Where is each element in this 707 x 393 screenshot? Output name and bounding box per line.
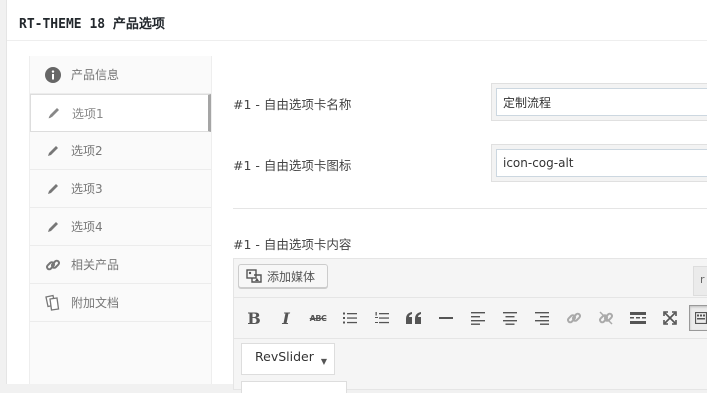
keyboard-icon — [695, 312, 707, 324]
pencil-icon — [45, 105, 62, 122]
add-media-button[interactable]: 添加媒体 — [238, 264, 328, 288]
tab-label: 选项1 — [72, 106, 104, 121]
tab-name-label: #1 - 自由选项卡名称 — [233, 97, 352, 112]
align-right-icon — [535, 311, 549, 325]
fullscreen-button[interactable] — [657, 305, 683, 331]
strikethrough-button[interactable]: ABC — [305, 305, 331, 331]
tab-name-input[interactable] — [496, 88, 707, 116]
align-left-icon — [471, 311, 485, 325]
add-media-label: 添加媒体 — [267, 269, 316, 284]
bold-button[interactable]: B — [241, 305, 267, 331]
section-divider — [233, 208, 707, 209]
tab-product-info[interactable]: 产品信息 — [30, 56, 211, 94]
tab-label: 选项2 — [71, 144, 103, 158]
tab-content-label: #1 - 自由选项卡内容 — [233, 237, 352, 252]
tab-icon-label: #1 - 自由选项卡图标 — [233, 158, 352, 173]
fullscreen-icon — [663, 311, 677, 325]
link-icon — [566, 312, 582, 324]
read-more-button[interactable] — [625, 305, 651, 331]
tab-option-4[interactable]: 选项4 — [30, 208, 211, 246]
tab-label: 选项3 — [71, 182, 103, 196]
tab-name-field-wrap — [491, 83, 707, 121]
tab-label: 附加文档 — [71, 296, 120, 310]
bullet-list-button[interactable] — [337, 305, 363, 331]
tab-content-panel: #1 - 自由选项卡名称 #1 - 自由选项卡图标 #1 - 自由选项卡内容 添… — [211, 56, 707, 393]
tab-option-3[interactable]: 选项3 — [30, 170, 211, 208]
horizontal-line-icon — [439, 317, 453, 319]
blockquote-icon — [406, 312, 421, 324]
align-center-button[interactable] — [497, 305, 523, 331]
tab-attached-documents[interactable]: 附加文档 — [30, 284, 211, 322]
tab-label: 选项4 — [71, 220, 103, 234]
editor-toolbar: B I ABC — [234, 297, 707, 339]
editor-text-tab[interactable]: r — [693, 266, 707, 296]
tab-icon-field-wrap — [491, 144, 707, 182]
italic-button[interactable]: I — [273, 305, 299, 331]
options-tab-list: 产品信息 选项1 选项2 选项3 选项4 相关产品 附加文档 — [29, 56, 212, 384]
tab-option-2[interactable]: 选项2 — [30, 132, 211, 170]
link-icon — [44, 256, 61, 273]
read-more-icon — [630, 312, 646, 324]
align-left-button[interactable] — [465, 305, 491, 331]
toolbar-toggle-button[interactable] — [689, 305, 707, 331]
documents-icon — [44, 294, 61, 311]
secondary-select[interactable] — [241, 381, 347, 393]
bold-label: B — [247, 308, 261, 328]
tab-label: 相关产品 — [71, 258, 120, 272]
info-icon — [44, 66, 61, 83]
product-options-metabox: RT-THEME 18 产品选项 产品信息 选项1 选项2 选项3 选项4 相关… — [6, 0, 707, 393]
metabox-title: RT-THEME 18 产品选项 — [19, 17, 165, 32]
italic-label: I — [282, 308, 290, 328]
media-icon — [246, 269, 262, 283]
tab-related-products[interactable]: 相关产品 — [30, 246, 211, 284]
unlink-icon — [598, 311, 614, 325]
tab-icon-input[interactable] — [496, 149, 707, 177]
numbered-list-button[interactable] — [369, 305, 395, 331]
pencil-icon — [44, 180, 61, 197]
unlink-button[interactable] — [593, 305, 619, 331]
horizontal-line-button[interactable] — [433, 305, 459, 331]
tab-option-1[interactable]: 选项1 — [30, 94, 211, 132]
bullet-list-icon — [343, 312, 357, 324]
numbered-list-icon — [375, 311, 389, 323]
chevron-down-icon: ▼ — [320, 357, 327, 366]
blockquote-button[interactable] — [401, 305, 427, 331]
align-right-button[interactable] — [529, 305, 555, 331]
revslider-shortcode-select[interactable]: RevSlider ▼ — [241, 343, 335, 375]
strikethrough-label: ABC — [309, 313, 327, 323]
tab-label: 产品信息 — [71, 68, 120, 82]
align-center-icon — [503, 311, 517, 325]
metabox-header: RT-THEME 18 产品选项 — [7, 0, 707, 41]
pencil-icon — [44, 218, 61, 235]
select-value: RevSlider — [255, 349, 314, 364]
content-editor: 添加媒体 r B I ABC RevSlider ▼ — [233, 258, 707, 393]
insert-link-button[interactable] — [561, 305, 587, 331]
pencil-icon — [44, 142, 61, 159]
